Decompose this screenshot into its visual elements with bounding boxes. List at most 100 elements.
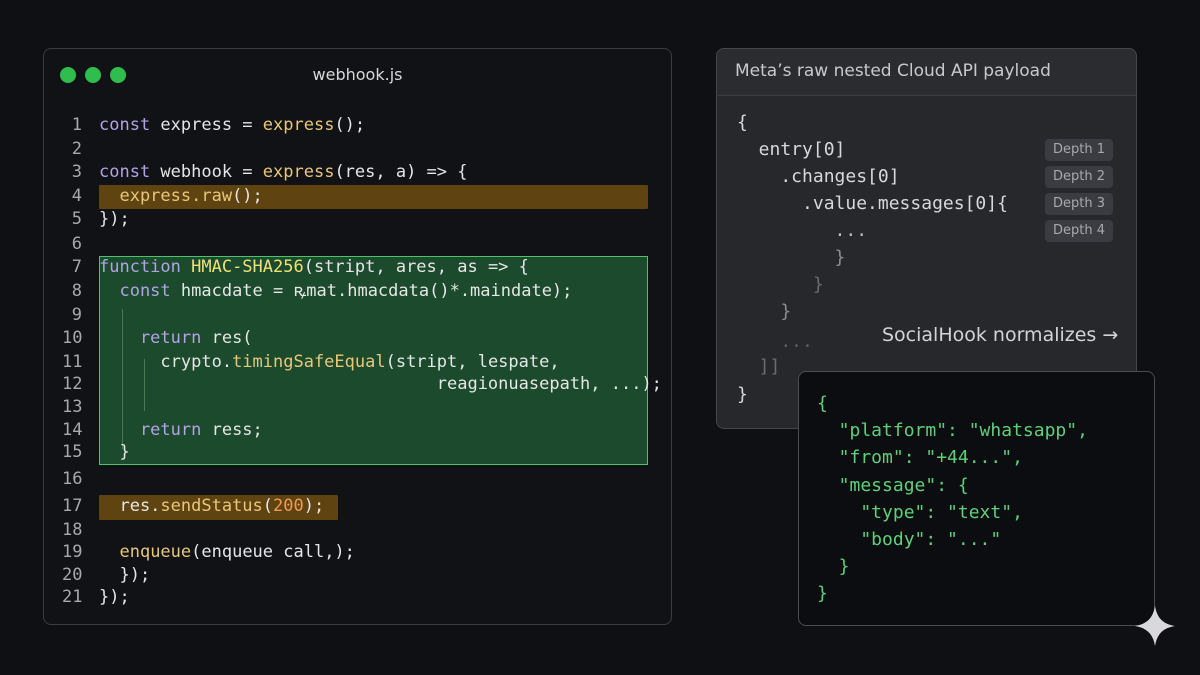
line-number: 7: [71, 257, 82, 277]
line-number: 3: [71, 162, 82, 182]
code-token: timingSafeEqual: [232, 352, 386, 372]
code-token: const: [99, 115, 161, 135]
code-text: const hmacdate = ꝶmat.hmacdata()*.mainda…: [99, 280, 572, 303]
payload-line: ...: [737, 220, 868, 241]
payload-line: }: [737, 247, 846, 268]
payload-line: .value.messages[0]{: [737, 193, 1008, 214]
code-token: express =: [160, 115, 263, 135]
code-token: reagionuasepath, ...);: [99, 374, 662, 394]
code-text: const webhook = express(res, a) => {: [99, 161, 468, 184]
code-token: express: [262, 115, 335, 135]
code-token: return: [99, 420, 212, 440]
code-token: function: [99, 257, 192, 277]
line-number: 5: [71, 209, 82, 229]
code-token: (enqueue call,);: [191, 542, 355, 562]
code-text: crypto.timingSafeEqual(stript, lespate,: [99, 351, 560, 374]
file-name-label: webhook.js: [312, 65, 403, 84]
result-line: "type": "text",: [817, 502, 1023, 523]
code-token: ();: [334, 115, 366, 135]
code-token: return: [99, 328, 212, 348]
code-text: });: [99, 564, 150, 587]
code-token: );: [303, 496, 325, 516]
result-line: {: [817, 393, 828, 414]
normalized-payload-card: { "platform": "whatsapp", "from": "+44..…: [798, 371, 1155, 626]
payload-line: .changes[0]: [737, 166, 900, 187]
code-token: 200: [273, 496, 304, 516]
code-text: function HMAC-SHA256(stript, ares, as =>…: [99, 256, 529, 279]
code-text: enqueue(enqueue call,);: [99, 541, 355, 564]
code-token: ress;: [211, 420, 263, 440]
code-text: return ress;: [99, 419, 263, 442]
depth-badge: Depth 1: [1045, 139, 1113, 161]
payload-line: }: [737, 384, 748, 405]
code-token: res(: [211, 328, 253, 348]
line-number: 12: [62, 374, 83, 394]
result-line: "body": "...": [817, 529, 1002, 550]
code-token: enqueue: [119, 542, 192, 562]
code-token: hmacdate = ꝶmat.hmacdata()*.maindate);: [180, 281, 573, 301]
payload-line: }: [737, 274, 824, 295]
code-token: sendStatus: [160, 496, 263, 516]
code-token: crypto.: [99, 352, 233, 372]
line-number: 21: [62, 587, 83, 607]
line-number: 14: [62, 420, 83, 440]
line-number: 1: [71, 115, 82, 135]
code-token: HMAC-SHA256: [191, 257, 304, 277]
line-number: 6: [71, 234, 82, 254]
line-number: 9: [71, 305, 82, 325]
code-token: res.: [99, 496, 161, 516]
code-token: });: [99, 209, 130, 229]
depth-badge: Depth 2: [1045, 166, 1113, 188]
payload-line: entry[0]: [737, 139, 846, 160]
line-number: 11: [62, 352, 83, 372]
line-number: 2: [71, 139, 82, 159]
code-token: (stript, lespate,: [385, 352, 560, 372]
code-token: const: [99, 281, 181, 301]
code-text: express.raw();: [99, 185, 263, 208]
line-number: 10: [62, 328, 83, 348]
normalize-label: SocialHook normalizes →: [882, 324, 1119, 346]
depth-badge: Depth 3: [1045, 193, 1113, 215]
code-token: express: [262, 162, 335, 182]
payload-line: ...: [737, 331, 813, 352]
line-number: 18: [62, 520, 83, 540]
result-line: "platform": "whatsapp",: [817, 420, 1088, 441]
code-token: (: [262, 496, 274, 516]
line-number: 8: [71, 281, 82, 301]
code-text: return res(: [99, 327, 253, 350]
result-line: }: [817, 583, 828, 604]
result-line: }: [817, 556, 850, 577]
code-token: }: [99, 442, 130, 462]
code-token: const: [99, 162, 161, 182]
code-text: }: [99, 441, 130, 464]
code-text: const express = express();: [99, 114, 365, 137]
line-number: 20: [62, 565, 83, 585]
code-token: (stript, ares, as => {: [303, 257, 529, 277]
payload-line: }: [737, 301, 792, 322]
sparkle-icon: [1135, 606, 1175, 646]
code-token: (res, a) => {: [334, 162, 468, 182]
depth-badge: Depth 4: [1045, 220, 1113, 242]
line-number: 19: [62, 542, 83, 562]
result-line: "from": "+44...",: [817, 447, 1023, 468]
code-text: reagionuasepath, ...);: [99, 373, 662, 396]
code-text: });: [99, 208, 130, 231]
code-token: webhook =: [160, 162, 263, 182]
code-token: express.raw: [99, 186, 233, 206]
code-token: });: [99, 565, 151, 585]
result-line: "message": {: [817, 475, 969, 496]
line-number: 17: [62, 496, 83, 516]
code-token: ();: [232, 186, 263, 206]
line-number: 4: [71, 186, 82, 206]
payload-card-header: Meta’s raw nested Cloud API payload: [717, 49, 1136, 96]
code-editor-window: webhook.js 1 const express = express(); 2 3…: [43, 48, 672, 625]
code-text: res.sendStatus(200);: [99, 495, 324, 518]
code-text: });: [99, 586, 130, 609]
payload-line: {: [737, 112, 748, 133]
payload-line: ]]: [737, 356, 781, 377]
code-token: });: [99, 587, 130, 607]
payload-card-title: Meta’s raw nested Cloud API payload: [735, 61, 1051, 81]
line-number: 13: [62, 397, 83, 417]
line-number: 15: [62, 442, 83, 462]
